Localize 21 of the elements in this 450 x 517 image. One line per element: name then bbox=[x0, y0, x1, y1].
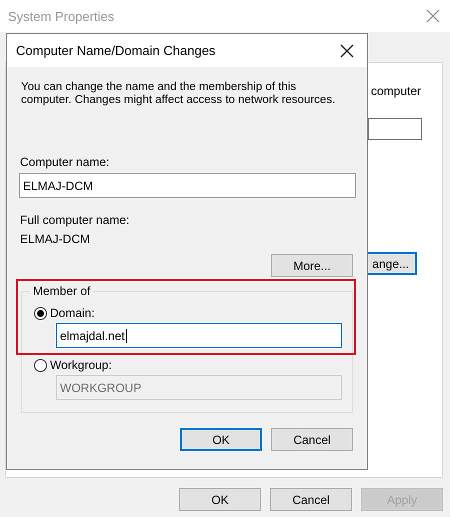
radio-label[interactable]: Domain: bbox=[50, 306, 95, 320]
dialog-button[interactable]: OK bbox=[179, 488, 261, 511]
input-field[interactable]: elmajdal.net bbox=[56, 323, 342, 348]
dialog-button[interactable]: Cancel bbox=[270, 488, 352, 511]
radio-button[interactable] bbox=[34, 306, 47, 320]
field-label: Full computer name: bbox=[20, 213, 130, 227]
full-name-value: ELMAJ-DCM bbox=[20, 232, 92, 246]
more-button[interactable]: More... bbox=[271, 254, 353, 277]
description-text: You can change the name and the membership of this computer. Changes might affect access to network resources. bbox=[21, 81, 336, 107]
window-title: System Properties bbox=[8, 8, 114, 24]
radio-label[interactable]: Workgroup: bbox=[50, 358, 112, 372]
dialog-button[interactable]: OK bbox=[180, 428, 262, 451]
dialog-button[interactable]: Cancel bbox=[271, 428, 353, 451]
computer-name-field[interactable]: ELMAJ-DCM bbox=[19, 173, 356, 198]
field-label: Computer name: bbox=[20, 155, 110, 169]
input-field[interactable] bbox=[368, 118, 422, 140]
dialog-title: Computer Name/Domain Changes bbox=[16, 43, 216, 58]
description-text: computer bbox=[371, 84, 422, 98]
close-icon[interactable] bbox=[340, 44, 354, 58]
group-title: Member of bbox=[30, 284, 94, 298]
radio-button[interactable] bbox=[34, 358, 47, 372]
